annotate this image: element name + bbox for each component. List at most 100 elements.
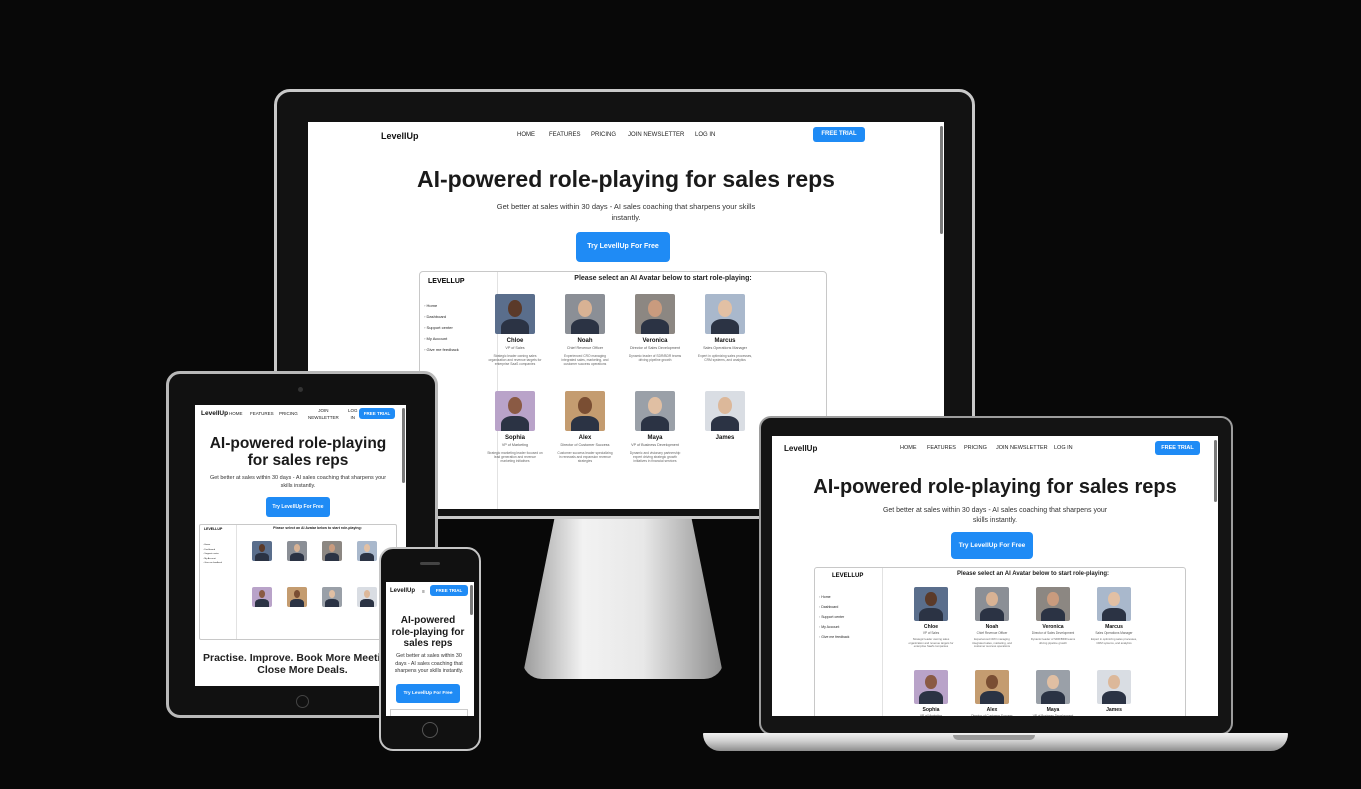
avatar-card[interactable] [565, 294, 605, 334]
tablet-tagline: Practise. Improve. Book More Meetings. Cl… [195, 652, 406, 676]
nav-newsletter[interactable]: JOIN NEWSLETTER [996, 445, 1048, 451]
sidebar-item-dashboard[interactable]: ◦ Dashboard [424, 314, 446, 319]
avatar-name: James [715, 435, 735, 441]
avatar-card[interactable] [914, 587, 948, 621]
sidebar-item-home[interactable]: ◦ Home [819, 595, 831, 599]
avatar-name: Veronica [1042, 624, 1064, 631]
sidebar-item-dashboard[interactable]: ◦ Dashboard [819, 605, 838, 609]
free-trial-button[interactable]: FREE TRIAL [430, 585, 468, 596]
avatar-card[interactable] [357, 541, 377, 561]
avatar-card[interactable] [975, 670, 1009, 704]
scrollbar[interactable] [470, 585, 473, 615]
sidebar-item-label: Dashboard [821, 605, 839, 609]
nav-logo[interactable]: LevellUp [201, 410, 228, 417]
avatar-description: Strategic marketing leader focused on le… [487, 451, 543, 464]
avatar-card[interactable] [287, 587, 307, 607]
nav-login-line1: LOG [348, 408, 358, 413]
nav-pricing[interactable]: PRICING [964, 445, 987, 451]
app-logo: LEVELLUP [428, 278, 465, 285]
sidebar-item-label: My Account [821, 625, 840, 629]
avatar-card[interactable] [1036, 587, 1070, 621]
try-free-button[interactable]: Try LevellUp For Free [576, 232, 670, 262]
avatar-card[interactable] [322, 587, 342, 607]
try-free-button[interactable]: Try LevellUp For Free [266, 497, 330, 517]
try-free-button[interactable]: Try LevellUp For Free [951, 532, 1033, 559]
avatar-description: Expert in optimizing sales processes, CR… [1090, 637, 1137, 645]
sidebar-item-give-me-feedback[interactable]: ◦ Give me feedback [424, 347, 459, 352]
avatar-description: Experienced CRO managing integrated sale… [561, 354, 609, 367]
sidebar-item-give-me-feedback[interactable]: ◦ Give me feedback [203, 562, 222, 564]
avatar-card[interactable] [1097, 587, 1131, 621]
nav-home[interactable]: HOME [517, 132, 535, 138]
nav-features[interactable]: FEATURES [250, 411, 274, 416]
avatar-card[interactable] [705, 391, 745, 431]
avatar-card[interactable] [914, 670, 948, 704]
sidebar-item-give-me-feedback[interactable]: ◦ Give me feedback [819, 635, 849, 639]
hero-subtitle: Get better at sales within 30 days - AI … [394, 653, 464, 675]
sidebar-item-support-center[interactable]: ◦ Support center [203, 553, 219, 555]
app-logo: LEVELLUP [832, 573, 864, 579]
sidebar-item-my-account[interactable]: ◦ My Account [819, 625, 839, 629]
sidebar-item-home[interactable]: ◦ Home [424, 303, 437, 308]
avatar-card[interactable] [495, 294, 535, 334]
avatar-card[interactable] [322, 541, 342, 561]
hero-title-line2: role-playing for [391, 626, 465, 638]
sidebar-item-my-account[interactable]: ◦ My Account [203, 558, 216, 560]
nav-login[interactable]: LOG IN [695, 132, 715, 138]
nav-pricing[interactable]: PRICING [591, 132, 616, 138]
free-trial-button[interactable]: FREE TRIAL [359, 408, 395, 419]
hero-title-line1: AI-powered role-playing [209, 435, 387, 452]
sidebar-item-label: My Account [426, 336, 448, 341]
sidebar-item-label: Support center [426, 325, 453, 330]
nav-newsletter[interactable]: JOIN NEWSLETTER [628, 132, 684, 138]
sidebar-item-dashboard[interactable]: ◦ Dashboard [203, 549, 215, 551]
scrollbar[interactable] [402, 408, 405, 483]
avatar-card[interactable] [495, 391, 535, 431]
nav-pricing[interactable]: PRICING [279, 411, 298, 416]
sidebar-item-my-account[interactable]: ◦ My Account [424, 336, 447, 341]
avatar-card[interactable] [635, 294, 675, 334]
avatar-card[interactable] [565, 391, 605, 431]
sidebar-item-support-center[interactable]: ◦ Support center [424, 325, 453, 330]
avatar-card[interactable] [635, 391, 675, 431]
tablet-home-button[interactable] [296, 695, 309, 708]
free-trial-button[interactable]: FREE TRIAL [813, 127, 865, 142]
nav-home[interactable]: HOME [229, 411, 243, 416]
try-free-button[interactable]: Try LevellUp For Free [396, 684, 460, 703]
nav-features[interactable]: FEATURES [927, 445, 956, 451]
avatar-photo [1097, 670, 1131, 704]
sidebar-item-label: Dashboard [204, 548, 216, 551]
avatar-card[interactable] [1036, 670, 1070, 704]
tagline-line1: Practise. Improve. Book More Meetings. [203, 652, 402, 664]
free-trial-button[interactable]: FREE TRIAL [1155, 441, 1200, 455]
hero-title: AI-powered role-playing for sales reps [813, 476, 1177, 498]
nav-logo[interactable]: LevellUp [381, 131, 419, 141]
sidebar-item-support-center[interactable]: ◦ Support center [819, 615, 844, 619]
app-sidebar: LEVELLUP [815, 568, 883, 716]
nav-home[interactable]: HOME [900, 445, 917, 451]
avatar-photo [565, 294, 605, 334]
avatar-photo [252, 587, 272, 607]
avatar-card[interactable] [975, 587, 1009, 621]
app-preview: LEVELLUP Please select an AI Avatar belo… [814, 567, 1186, 716]
phone-home-button[interactable] [422, 722, 438, 738]
avatar-card[interactable] [705, 294, 745, 334]
nav-logo[interactable]: LevellUp [784, 444, 817, 453]
avatar-card[interactable] [252, 541, 272, 561]
hero-subtitle: Get better at sales within 30 days - AI … [882, 507, 1108, 524]
avatar-card[interactable] [357, 587, 377, 607]
avatar-description: Strategic leader owning sales organizati… [908, 637, 954, 649]
hero-title: AI-powered role-playing for sales reps [417, 166, 835, 192]
avatar-card[interactable] [1097, 670, 1131, 704]
nav-features[interactable]: FEATURES [549, 132, 581, 138]
avatar-card[interactable] [287, 541, 307, 561]
avatar-name: Veronica [642, 338, 668, 344]
nav-newsletter[interactable]: JOIN NEWSLETTER [308, 408, 339, 422]
menu-icon[interactable]: ≡ [422, 589, 425, 595]
nav-login[interactable]: LOG IN [1054, 445, 1073, 451]
nav-logo[interactable]: LevellUp [390, 588, 415, 594]
avatar-photo [705, 391, 745, 431]
nav-login[interactable]: LOG IN [348, 408, 358, 422]
sidebar-item-home[interactable]: ◦ Home [203, 544, 210, 546]
avatar-card[interactable] [252, 587, 272, 607]
